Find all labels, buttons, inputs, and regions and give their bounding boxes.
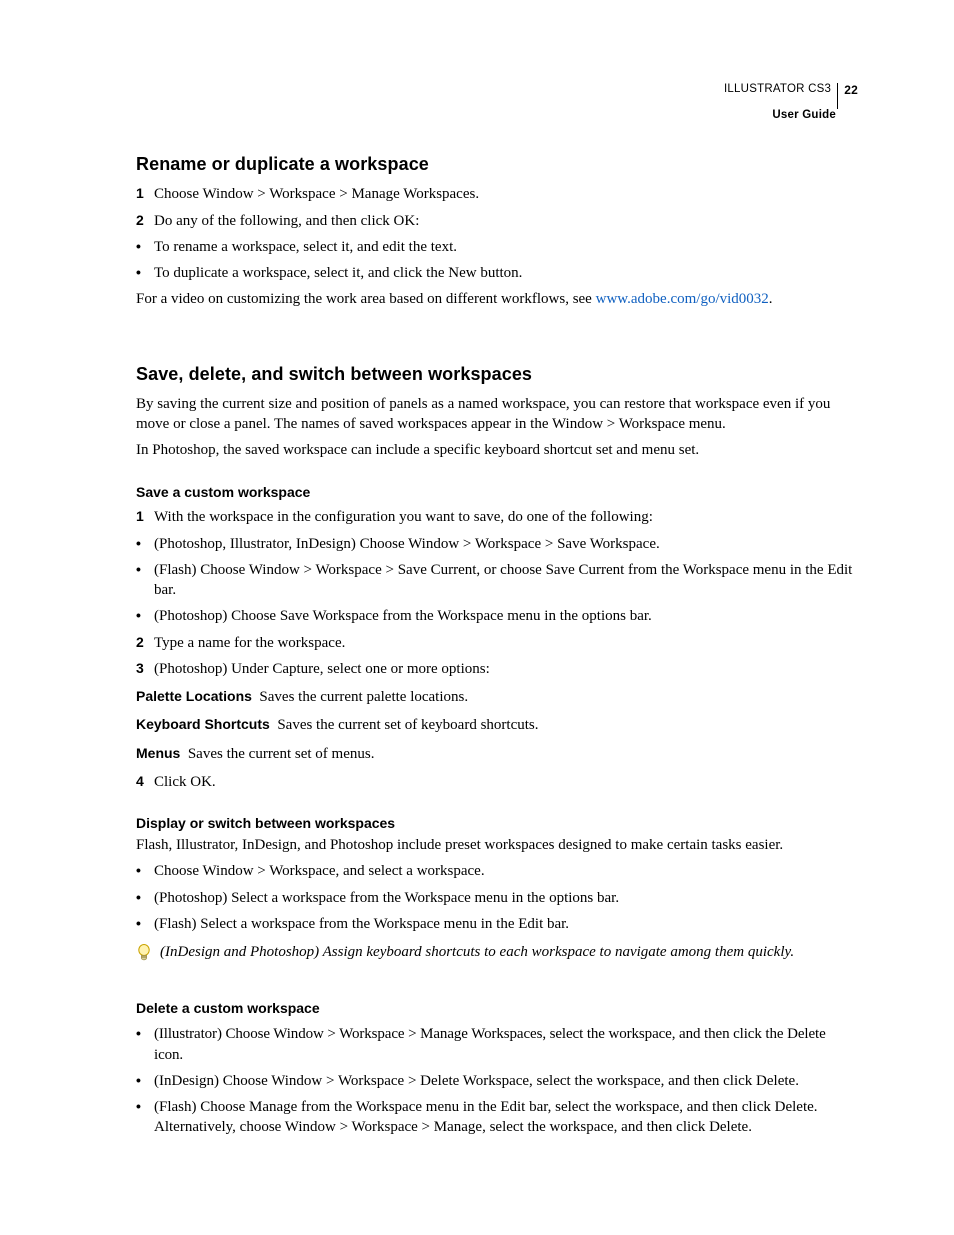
bullet-icon: • <box>136 1071 154 1091</box>
runin-label: Keyboard Shortcuts <box>136 716 270 732</box>
list-item: • Choose Window > Workspace, and select … <box>136 861 858 881</box>
product-name: ILLUSTRATOR CS3 <box>724 82 831 98</box>
step-text: Click OK. <box>154 772 858 792</box>
page-number: 22 <box>844 82 858 98</box>
list-item: • To rename a workspace, select it, and … <box>136 237 858 257</box>
bullet-text: (Flash) Select a workspace from the Work… <box>154 914 858 934</box>
bullet-text: To rename a workspace, select it, and ed… <box>154 237 858 257</box>
list-item: • (Photoshop) Choose Save Workspace from… <box>136 606 858 626</box>
bullet-text: To duplicate a workspace, select it, and… <box>154 263 858 283</box>
step-number: 2 <box>136 633 154 653</box>
tip-text: (InDesign and Photoshop) Assign keyboard… <box>160 942 858 962</box>
subhead-save-custom: Save a custom workspace <box>136 483 858 502</box>
list-item: • (Flash) Choose Manage from the Workspa… <box>136 1097 858 1138</box>
paragraph: For a video on customizing the work area… <box>136 289 858 309</box>
bullet-text: (Photoshop) Choose Save Workspace from t… <box>154 606 858 626</box>
heading-rename-duplicate: Rename or duplicate a workspace <box>136 152 858 176</box>
bullet-icon: • <box>136 263 154 283</box>
step: 2 Type a name for the workspace. <box>136 633 858 653</box>
bullet-text: (Photoshop) Select a workspace from the … <box>154 888 858 908</box>
runin-keyboard-shortcuts: Keyboard Shortcuts Saves the current set… <box>136 715 858 735</box>
bullet-text: Choose Window > Workspace, and select a … <box>154 861 858 881</box>
runin-desc: Saves the current set of keyboard shortc… <box>277 717 538 733</box>
paragraph: Flash, Illustrator, InDesign, and Photos… <box>136 835 858 855</box>
step: 1 Choose Window > Workspace > Manage Wor… <box>136 184 858 204</box>
doc-subtitle: User Guide <box>724 108 858 124</box>
bullet-text: (Illustrator) Choose Window > Workspace … <box>154 1024 858 1065</box>
video-link[interactable]: www.adobe.com/go/vid0032 <box>596 291 769 307</box>
bullet-icon: • <box>136 888 154 908</box>
subhead-display-switch: Display or switch between workspaces <box>136 814 858 833</box>
bullet-icon: • <box>136 1097 154 1138</box>
bullet-icon: • <box>136 1024 154 1065</box>
bullet-icon: • <box>136 560 154 601</box>
step: 4 Click OK. <box>136 772 858 792</box>
bullet-icon: • <box>136 914 154 934</box>
step-text: Do any of the following, and then click … <box>154 211 858 231</box>
text: . <box>769 291 773 307</box>
list-item: • To duplicate a workspace, select it, a… <box>136 263 858 283</box>
step: 3 (Photoshop) Under Capture, select one … <box>136 659 858 679</box>
tip: (InDesign and Photoshop) Assign keyboard… <box>136 942 858 969</box>
list-item: • (Photoshop) Select a workspace from th… <box>136 888 858 908</box>
step-number: 4 <box>136 772 154 792</box>
runin-label: Menus <box>136 745 180 761</box>
paragraph: By saving the current size and position … <box>136 394 858 435</box>
bullet-text: (Flash) Choose Manage from the Workspace… <box>154 1097 858 1138</box>
bullet-icon: • <box>136 861 154 881</box>
step-number: 2 <box>136 211 154 231</box>
page: ILLUSTRATOR CS3 22 User Guide Rename or … <box>0 0 954 1235</box>
paragraph: In Photoshop, the saved workspace can in… <box>136 440 858 460</box>
step: 2 Do any of the following, and then clic… <box>136 211 858 231</box>
list-item: • (Flash) Select a workspace from the Wo… <box>136 914 858 934</box>
lightbulb-icon <box>136 943 152 969</box>
running-header: ILLUSTRATOR CS3 22 User Guide <box>724 82 858 124</box>
text: For a video on customizing the work area… <box>136 291 596 307</box>
header-rule <box>837 83 838 109</box>
step-text: (Photoshop) Under Capture, select one or… <box>154 659 858 679</box>
bullet-text: (InDesign) Choose Window > Workspace > D… <box>154 1071 858 1091</box>
step-text: Choose Window > Workspace > Manage Works… <box>154 184 858 204</box>
bullet-icon: • <box>136 606 154 626</box>
list-item: • (InDesign) Choose Window > Workspace >… <box>136 1071 858 1091</box>
runin-label: Palette Locations <box>136 688 252 704</box>
runin-menus: Menus Saves the current set of menus. <box>136 744 858 764</box>
step-number: 1 <box>136 507 154 527</box>
step-number: 1 <box>136 184 154 204</box>
heading-save-delete-switch: Save, delete, and switch between workspa… <box>136 362 858 386</box>
bullet-icon: • <box>136 237 154 257</box>
bullet-text: (Flash) Choose Window > Workspace > Save… <box>154 560 858 601</box>
step-text: Type a name for the workspace. <box>154 633 858 653</box>
runin-desc: Saves the current palette locations. <box>259 689 468 705</box>
list-item: • (Flash) Choose Window > Workspace > Sa… <box>136 560 858 601</box>
step: 1 With the workspace in the configuratio… <box>136 507 858 527</box>
bullet-text: (Photoshop, Illustrator, InDesign) Choos… <box>154 534 858 554</box>
list-item: • (Illustrator) Choose Window > Workspac… <box>136 1024 858 1065</box>
step-text: With the workspace in the configuration … <box>154 507 858 527</box>
content: Rename or duplicate a workspace 1 Choose… <box>136 152 858 1138</box>
bullet-icon: • <box>136 534 154 554</box>
step-number: 3 <box>136 659 154 679</box>
subhead-delete-custom: Delete a custom workspace <box>136 999 858 1018</box>
list-item: • (Photoshop, Illustrator, InDesign) Cho… <box>136 534 858 554</box>
runin-palette-locations: Palette Locations Saves the current pale… <box>136 687 858 707</box>
runin-desc: Saves the current set of menus. <box>188 746 375 762</box>
